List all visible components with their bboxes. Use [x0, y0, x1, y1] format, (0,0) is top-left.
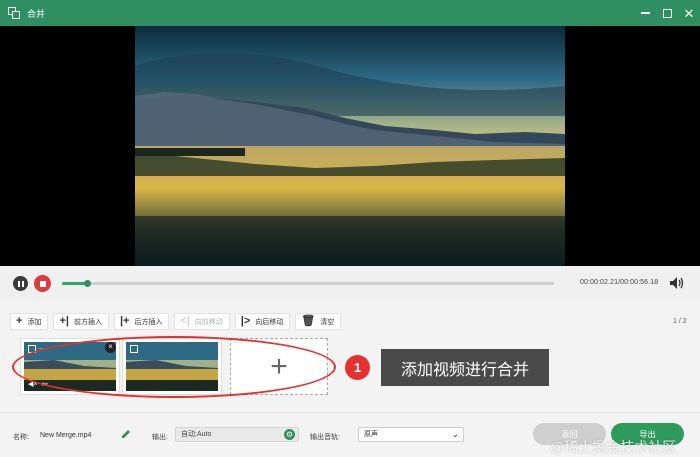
- gear-icon[interactable]: ⚙: [284, 429, 295, 440]
- close-button[interactable]: ✕: [678, 0, 700, 26]
- output-field[interactable]: 自动;Auto ⚙: [175, 427, 299, 442]
- timecode: 00:00:02.21/00:00:56.18: [580, 279, 659, 286]
- plus-icon: +: [16, 315, 23, 327]
- audio-track-label: 输出音轨:: [310, 434, 340, 441]
- add-button[interactable]: + 添加: [10, 313, 49, 330]
- name-value: New Merge.mp4: [40, 432, 92, 439]
- lake-landscape-image: [135, 26, 565, 266]
- edit-icon[interactable]: [121, 429, 131, 439]
- highlight-ellipse: [12, 336, 336, 398]
- video-preview: [0, 26, 700, 266]
- progress-fill: [62, 282, 87, 285]
- maximize-icon: [662, 8, 672, 18]
- insert-before-icon: +|: [59, 315, 69, 327]
- minimize-button[interactable]: [634, 0, 656, 26]
- move-backward-icon: |>: [240, 315, 251, 327]
- step-badge: 1: [345, 355, 370, 380]
- video-frame: [135, 26, 565, 266]
- progress-handle[interactable]: [83, 280, 91, 287]
- move-forward-icon: <|: [180, 315, 190, 327]
- insert-after-button[interactable]: |+ 后方插入: [113, 313, 170, 330]
- close-icon: ✕: [683, 5, 695, 21]
- volume-icon[interactable]: [669, 276, 685, 290]
- progress-track[interactable]: [62, 280, 554, 287]
- maximize-button[interactable]: [656, 0, 678, 26]
- insert-after-icon: |+: [119, 315, 130, 327]
- clear-button[interactable]: 🗑 清空: [295, 313, 342, 330]
- playback-bar: 00:00:02.21/00:00:56.18: [0, 266, 700, 302]
- tooltip: 添加视频进行合并: [381, 349, 549, 386]
- trash-icon: 🗑: [301, 315, 316, 327]
- title-bar: 合并 ✕: [0, 0, 700, 26]
- move-forward-button[interactable]: <| 向前移动: [174, 313, 230, 330]
- window-title: 合并: [27, 8, 46, 19]
- insert-before-button[interactable]: +| 前方插入: [53, 313, 109, 330]
- page-count: 1 / 2: [673, 318, 687, 325]
- output-label: 输出:: [152, 434, 168, 441]
- chevron-down-icon: ⌄: [451, 429, 459, 439]
- name-label: 名称:: [13, 434, 29, 441]
- minimize-icon: [640, 12, 650, 14]
- move-backward-button[interactable]: |> 向后移动: [234, 313, 291, 330]
- window-controls: ✕: [634, 0, 700, 26]
- clip-toolbar: + 添加 +| 前方插入 |+ 后方插入 <| 向前移动 |> 向后移动 🗑 清空: [10, 313, 342, 330]
- merge-app-icon: [8, 7, 20, 19]
- audio-track-select[interactable]: 原声 ⌄: [358, 427, 464, 442]
- stop-button[interactable]: [34, 275, 51, 292]
- pause-button[interactable]: [13, 276, 28, 291]
- watermark: @稀土掘金技术社区: [550, 439, 677, 455]
